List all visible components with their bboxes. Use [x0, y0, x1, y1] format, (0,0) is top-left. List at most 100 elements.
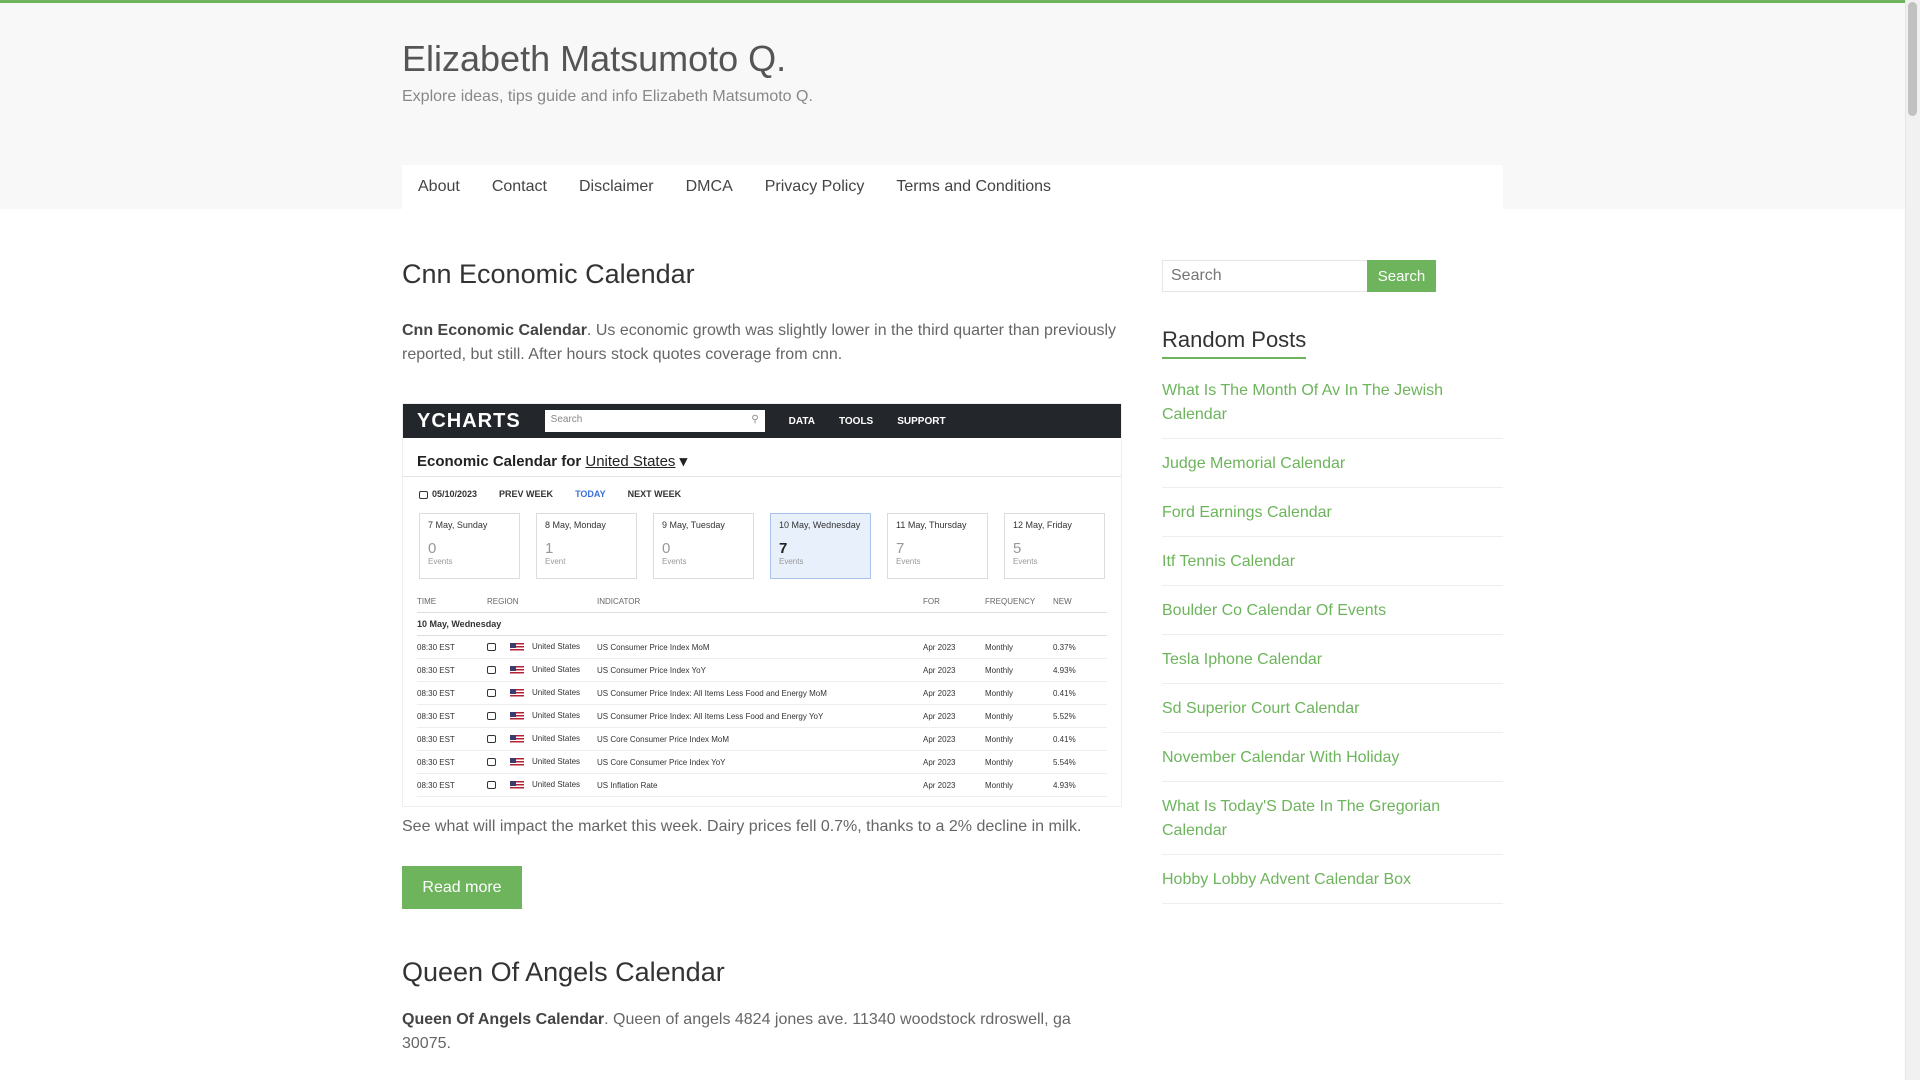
ycharts-menu-data: DATA [788, 415, 815, 427]
ycharts-menu-support: SUPPORT [897, 415, 946, 427]
site-title[interactable]: Elizabeth Matsumoto Q. [402, 38, 786, 80]
post-featured-image[interactable]: YCHARTS Search ⚲ DATA TOOLS SUPPORT Econo… [402, 403, 1122, 807]
ycharts-date: 05/10/2023 [419, 489, 477, 499]
cell-for: Apr 2023 [923, 688, 956, 698]
ycharts-events-table: TIME REGION INDICATOR FOR FREQUENCY NEW 10 Ma… [403, 587, 1121, 806]
cell-indicator: US Core Consumer Price Index MoM [597, 734, 730, 744]
random-post-link[interactable]: Judge Memorial Calendar [1162, 455, 1345, 472]
table-row: 08:30 EST United States US Consumer Price … [417, 636, 1107, 659]
ycharts-menu-tools: TOOLS [838, 415, 874, 427]
us-flag-icon [510, 711, 524, 721]
cell-region: United States [487, 665, 597, 675]
us-flag-icon [510, 734, 524, 744]
nav-item-about[interactable]: About [402, 165, 476, 209]
cell-for: Apr 2023 [923, 665, 956, 675]
calendar-icon [487, 666, 496, 675]
post-excerpt-keyword: Queen Of Angels Calendar [402, 1011, 605, 1028]
cell-frequency: Monthly [985, 688, 1014, 698]
scrollbar[interactable] [1905, 0, 1920, 1080]
cell-frequency: Monthly [985, 757, 1014, 767]
calendar-icon [487, 735, 496, 744]
cell-new: 5.52% [1053, 711, 1076, 721]
random-post-link[interactable]: Itf Tennis Calendar [1162, 553, 1295, 570]
cell-region: United States [487, 711, 597, 721]
post-excerpt: Cnn Economic Calendar. Us economic growt… [402, 319, 1122, 367]
nav-item-contact[interactable]: Contact [476, 165, 563, 209]
random-post-link[interactable]: Tesla Iphone Calendar [1162, 651, 1322, 668]
day-card-selected: 10 May, Wednesday 7 Events [770, 513, 871, 579]
search-input[interactable] [1162, 260, 1368, 292]
post-excerpt: Queen Of Angels Calendar. Queen of angel… [402, 1008, 1122, 1056]
cell-new: 4.93% [1053, 780, 1076, 790]
ycharts-heading-country: United States [585, 453, 676, 470]
site-description: Explore ideas, tips guide and info Eliza… [402, 88, 813, 105]
cell-time: 08:30 EST [417, 642, 455, 652]
ycharts-day-cards: 7 May, Sunday 0 Events 8 May, Monday 1 Event… [403, 505, 1121, 587]
cell-indicator: US Consumer Price Index MoM [597, 642, 710, 652]
us-flag-icon [510, 688, 524, 698]
random-post-link[interactable]: What Is The Month Of Av In The Jewish Ca… [1162, 382, 1443, 423]
random-post-link[interactable]: Sd Superior Court Calendar [1162, 700, 1359, 717]
cell-time: 08:30 EST [417, 711, 455, 721]
nav-item-dmca[interactable]: DMCA [670, 165, 749, 209]
us-flag-icon [510, 780, 524, 790]
cell-time: 08:30 EST [417, 780, 455, 790]
calendar-icon [487, 643, 496, 652]
random-posts-title: Random Posts [1162, 327, 1307, 359]
post-excerpt-keyword: Cnn Economic Calendar [402, 322, 587, 339]
nav-item-privacy-policy[interactable]: Privacy Policy [749, 165, 881, 209]
cell-frequency: Monthly [985, 734, 1014, 744]
random-post-link[interactable]: November Calendar With Holiday [1162, 749, 1399, 766]
cell-new: 4.93% [1053, 665, 1076, 675]
ycharts-week-bar: 05/10/2023 PREV WEEK TODAY NEXT WEEK [403, 476, 1121, 505]
list-item: Hobby Lobby Advent Calendar Box [1162, 865, 1503, 904]
ycharts-prev-week: PREV WEEK [499, 489, 554, 499]
ycharts-today: TODAY [575, 489, 606, 499]
random-post-link[interactable]: Ford Earnings Calendar [1162, 504, 1332, 521]
scrollbar-thumb[interactable] [1908, 2, 1917, 116]
cell-for: Apr 2023 [923, 780, 956, 790]
table-row: 08:30 EST United States US Inflation Rate A… [417, 774, 1107, 797]
table-row: 08:30 EST United States US Core Consumer P… [417, 728, 1107, 751]
random-post-link[interactable]: Boulder Co Calendar Of Events [1162, 602, 1386, 619]
list-item: November Calendar With Holiday [1162, 743, 1503, 782]
post-title[interactable]: Cnn Economic Calendar [402, 259, 695, 290]
post-title[interactable]: Queen Of Angels Calendar [402, 957, 725, 988]
list-item: What Is Today'S Date In The Gregorian Ca… [1162, 792, 1503, 855]
search-icon: ⚲ [751, 414, 759, 425]
list-item: Boulder Co Calendar Of Events [1162, 596, 1503, 635]
table-row: 08:30 EST United States US Consumer Price … [417, 682, 1107, 705]
cell-for: Apr 2023 [923, 642, 956, 652]
cell-region: United States [487, 780, 597, 790]
cell-for: Apr 2023 [923, 711, 956, 721]
cell-region: United States [487, 688, 597, 698]
read-more-button[interactable]: Read more [402, 866, 522, 909]
random-post-link[interactable]: What Is Today'S Date In The Gregorian Ca… [1162, 798, 1440, 839]
image-caption: See what will impact the market this wee… [402, 818, 1082, 835]
table-row: 08:30 EST United States US Consumer Price … [417, 705, 1107, 728]
ycharts-search-placeholder: Search [550, 414, 583, 425]
cell-frequency: Monthly [985, 711, 1014, 721]
ycharts-next-week: NEXT WEEK [627, 489, 682, 499]
calendar-icon [487, 712, 496, 721]
us-flag-icon [510, 757, 524, 767]
main-nav: About Contact Disclaimer DMCA Privacy Po… [402, 165, 1503, 209]
list-item: Itf Tennis Calendar [1162, 547, 1503, 586]
nav-item-disclaimer[interactable]: Disclaimer [563, 165, 670, 209]
calendar-icon [487, 781, 496, 790]
cell-new: 0.41% [1053, 688, 1076, 698]
day-card: 12 May, Friday 5 Events [1004, 513, 1105, 579]
ycharts-heading: Economic Calendar for United States ▾ [417, 453, 688, 470]
random-post-link[interactable]: Hobby Lobby Advent Calendar Box [1162, 871, 1411, 888]
us-flag-icon [510, 665, 524, 675]
search-button[interactable]: Search [1367, 260, 1436, 292]
cell-for: Apr 2023 [923, 734, 956, 744]
cell-region: United States [487, 642, 597, 652]
list-item: Tesla Iphone Calendar [1162, 645, 1503, 684]
cell-frequency: Monthly [985, 642, 1014, 652]
cell-frequency: Monthly [985, 780, 1014, 790]
cell-indicator: US Consumer Price Index: All Items Less … [597, 711, 824, 721]
nav-item-terms[interactable]: Terms and Conditions [880, 165, 1067, 209]
cell-new: 0.37% [1053, 642, 1076, 652]
calendar-icon [419, 490, 428, 499]
